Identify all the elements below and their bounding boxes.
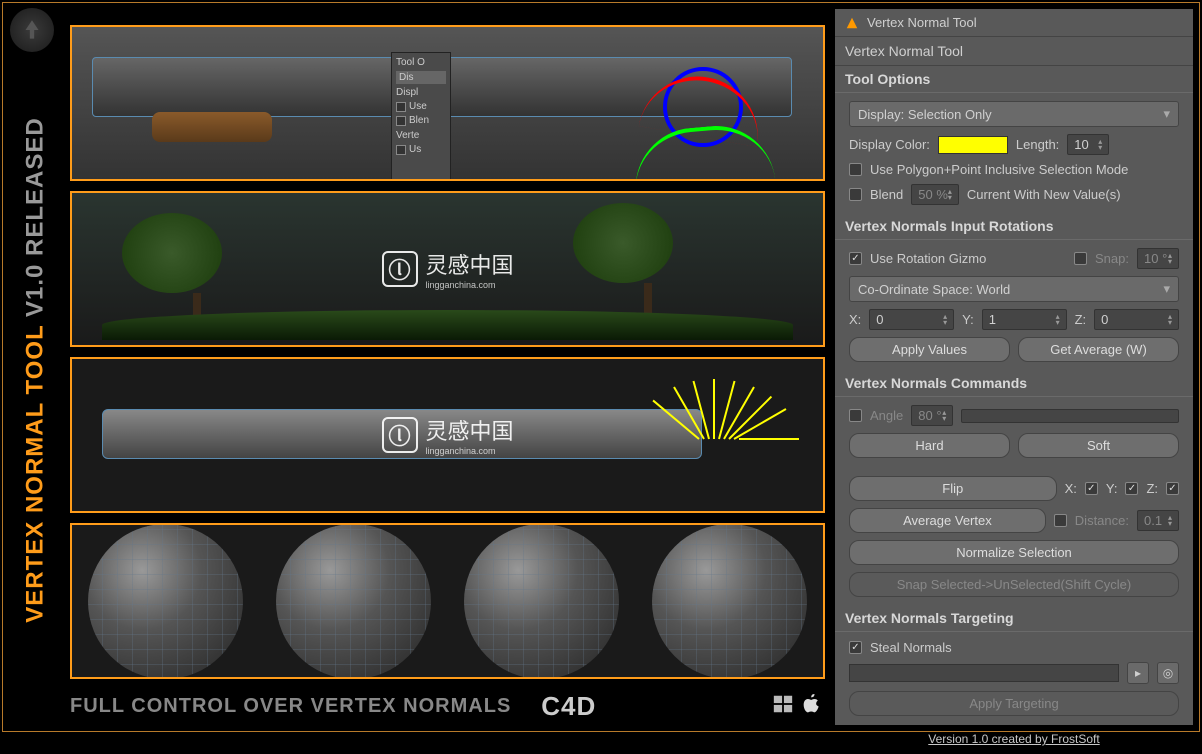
- display-dropdown[interactable]: Display: Selection Only: [849, 101, 1179, 127]
- angle-slider[interactable]: [961, 409, 1179, 423]
- distance-checkbox[interactable]: [1054, 514, 1067, 527]
- section-commands[interactable]: Vertex Normals Commands: [835, 370, 1193, 397]
- preview-4: [70, 523, 825, 679]
- blend-input[interactable]: 50 %▴▾: [911, 184, 959, 205]
- steal-normals-label: Steal Normals: [870, 640, 952, 655]
- target-pick-button[interactable]: ◎: [1157, 662, 1179, 684]
- y-label: Y:: [962, 312, 974, 327]
- tool-panel: Vertex Normal Tool Vertex Normal Tool To…: [834, 8, 1194, 726]
- z-input[interactable]: 0▴▾: [1094, 309, 1179, 330]
- flip-y-checkbox[interactable]: [1125, 482, 1138, 495]
- angle-checkbox[interactable]: [849, 409, 862, 422]
- title-version: V1.0 RELEASED: [22, 117, 49, 324]
- x-input[interactable]: 0▴▾: [869, 309, 954, 330]
- section-tool-options[interactable]: Tool Options: [835, 66, 1193, 93]
- snap-selected-button[interactable]: Snap Selected->UnSelected(Shift Cycle): [849, 572, 1179, 597]
- length-label: Length:: [1016, 137, 1059, 152]
- y-input[interactable]: 1▴▾: [982, 309, 1067, 330]
- app-logo-icon: [10, 8, 54, 52]
- distance-input[interactable]: 0.1▴▾: [1137, 510, 1179, 531]
- preview-1: Tool O Dis Displ Use Blen Verte Us: [70, 25, 825, 181]
- target-link-field[interactable]: [849, 664, 1119, 682]
- windows-icon: [772, 693, 794, 721]
- snap-checkbox[interactable]: [1074, 252, 1087, 265]
- coord-space-dropdown[interactable]: Co-Ordinate Space: World: [849, 276, 1179, 302]
- blend-label: Blend: [870, 187, 903, 202]
- flip-z-label: Z:: [1146, 481, 1158, 496]
- soft-button[interactable]: Soft: [1018, 433, 1179, 458]
- sidebar-title: VERTEX NORMAL TOOL V1.0 RELEASED: [18, 60, 54, 679]
- distance-label: Distance:: [1075, 513, 1129, 528]
- target-link-button[interactable]: ▸: [1127, 662, 1149, 684]
- poly-point-checkbox[interactable]: [849, 163, 862, 176]
- length-input[interactable]: 10▴▾: [1067, 134, 1109, 155]
- section-targeting[interactable]: Vertex Normals Targeting: [835, 605, 1193, 632]
- z-label: Z:: [1075, 312, 1087, 327]
- preview-2: ⓛ 灵感中国lingganchina.com: [70, 191, 825, 347]
- bg-panel-partial: Tool O Dis Displ Use Blen Verte Us: [391, 52, 451, 181]
- footer: FULL CONTROL OVER VERTEX NORMALS C4D: [70, 691, 822, 722]
- blend-checkbox[interactable]: [849, 188, 862, 201]
- angle-input[interactable]: 80 °▴▾: [911, 405, 953, 426]
- apple-icon: [802, 693, 822, 721]
- flip-z-checkbox[interactable]: [1166, 482, 1179, 495]
- hard-button[interactable]: Hard: [849, 433, 1010, 458]
- tool-icon: [845, 16, 859, 30]
- snap-input[interactable]: 10 °▴▾: [1137, 248, 1179, 269]
- angle-label: Angle: [870, 408, 903, 423]
- footer-c4d-badge: C4D: [541, 691, 596, 722]
- footer-text: FULL CONTROL OVER VERTEX NORMALS: [70, 695, 511, 718]
- watermark: ⓛ 灵感中国lingganchina.com: [381, 248, 513, 290]
- panel-title: Vertex Normal Tool: [835, 37, 1193, 66]
- steal-normals-checkbox[interactable]: [849, 641, 862, 654]
- apply-targeting-button[interactable]: Apply Targeting: [849, 691, 1179, 716]
- title-main: VERTEX NORMAL TOOL: [22, 324, 49, 622]
- use-gizmo-checkbox[interactable]: [849, 252, 862, 265]
- x-label: X:: [849, 312, 861, 327]
- section-input-rotations[interactable]: Vertex Normals Input Rotations: [835, 213, 1193, 240]
- flip-button[interactable]: Flip: [849, 476, 1057, 501]
- average-vertex-button[interactable]: Average Vertex: [849, 508, 1046, 533]
- flip-x-checkbox[interactable]: [1085, 482, 1098, 495]
- preview-column: Tool O Dis Displ Use Blen Verte Us ⓛ 灵感中…: [70, 25, 825, 679]
- use-gizmo-label: Use Rotation Gizmo: [870, 251, 986, 266]
- poly-point-label: Use Polygon+Point Inclusive Selection Mo…: [870, 162, 1128, 177]
- display-color-swatch[interactable]: [938, 136, 1008, 154]
- panel-window-header[interactable]: Vertex Normal Tool: [835, 9, 1193, 37]
- flip-x-label: X:: [1065, 481, 1077, 496]
- display-color-label: Display Color:: [849, 137, 930, 152]
- blend-suffix: Current With New Value(s): [967, 187, 1121, 202]
- window-title: Vertex Normal Tool: [867, 15, 977, 30]
- normalize-button[interactable]: Normalize Selection: [849, 540, 1179, 565]
- preview-3: ⓛ 灵感中国lingganchina.com: [70, 357, 825, 513]
- apply-values-button[interactable]: Apply Values: [849, 337, 1010, 362]
- get-average-button[interactable]: Get Average (W): [1018, 337, 1179, 362]
- snap-label: Snap:: [1095, 251, 1129, 266]
- version-link[interactable]: Version 1.0 created by FrostSoft: [835, 724, 1193, 754]
- flip-y-label: Y:: [1106, 481, 1118, 496]
